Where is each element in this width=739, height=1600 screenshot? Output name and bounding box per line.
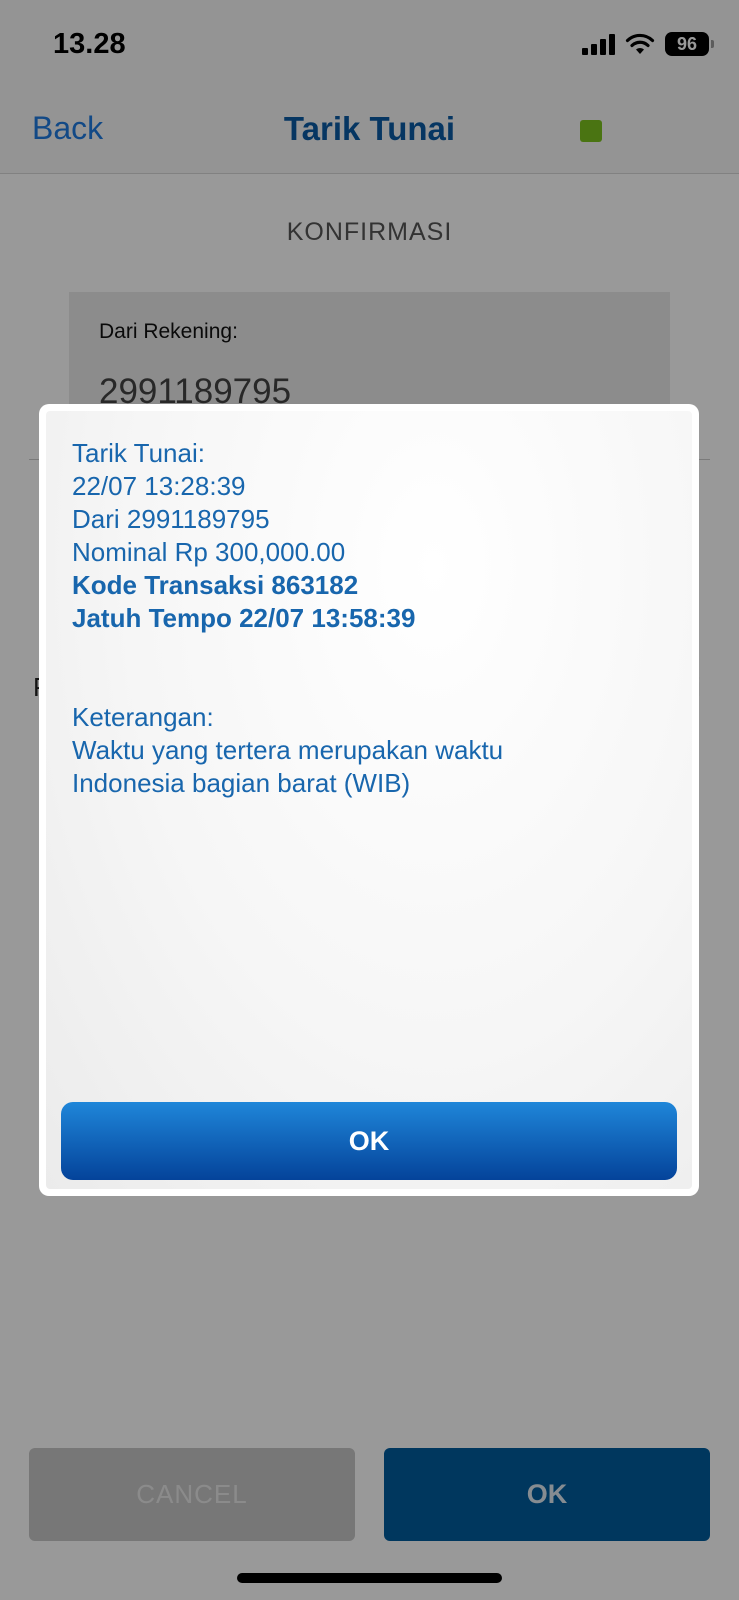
transaction-type: Tarik Tunai:	[72, 438, 205, 468]
note-line-2: Indonesia bagian barat (WIB)	[72, 768, 411, 798]
dialog-ok-button[interactable]: OK	[61, 1102, 677, 1180]
note-line-1: Waktu yang tertera merupakan waktu	[72, 735, 504, 765]
home-indicator[interactable]	[237, 1573, 502, 1583]
transaction-amount: Nominal Rp 300,000.00	[72, 537, 346, 567]
note-label: Keterangan:	[72, 702, 214, 732]
dialog-body: Tarik Tunai: 22/07 13:28:39 Dari 2991189…	[46, 411, 692, 1189]
transaction-source-account: Dari 2991189795	[72, 504, 270, 534]
transaction-due-time: Jatuh Tempo 22/07 13:58:39	[72, 603, 416, 633]
transaction-datetime: 22/07 13:28:39	[72, 471, 246, 501]
dialog-message: Tarik Tunai: 22/07 13:28:39 Dari 2991189…	[72, 437, 672, 800]
transaction-code: Kode Transaksi 863182	[72, 570, 359, 600]
transaction-dialog: Tarik Tunai: 22/07 13:28:39 Dari 2991189…	[39, 404, 699, 1196]
